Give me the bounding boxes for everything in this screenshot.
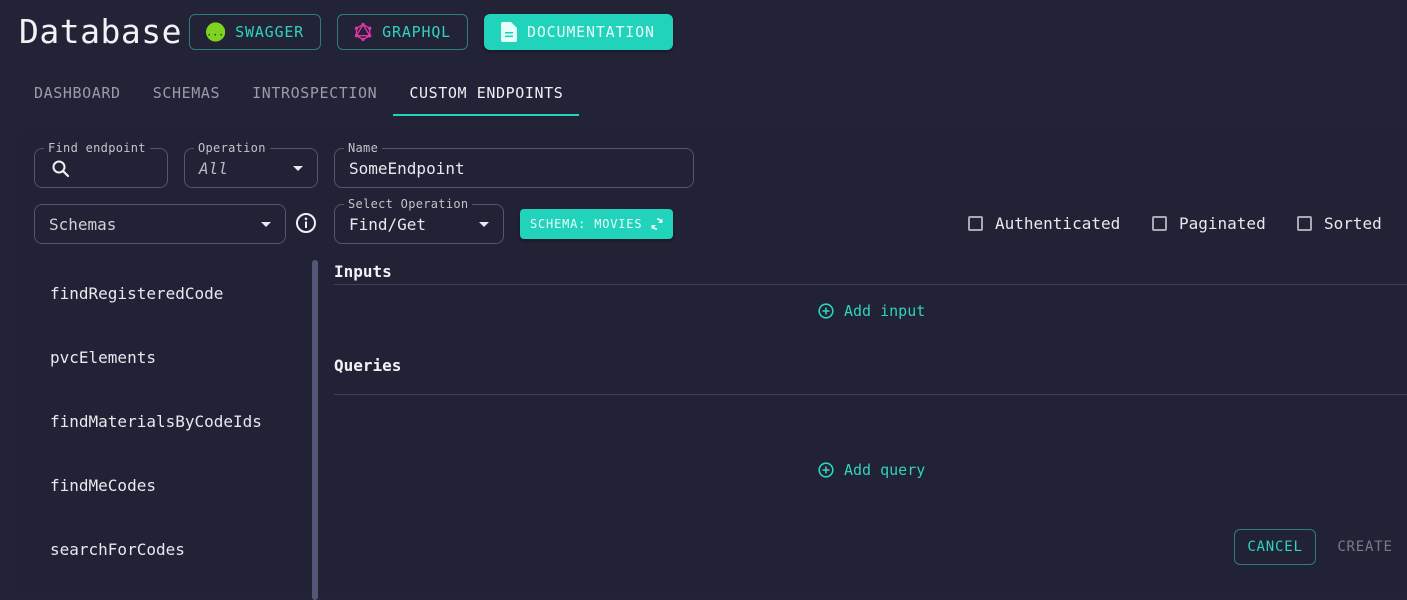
refresh-icon [651,218,663,230]
inputs-divider [334,284,1407,285]
checkbox-box[interactable] [1297,216,1312,231]
inputs-heading: Inputs [334,262,392,281]
search-icon [52,160,70,178]
endpoint-list-item[interactable]: pvcElements [18,325,308,389]
tab-bar: DASHBOARD SCHEMAS INTROSPECTION CUSTOM E… [18,70,580,116]
find-endpoint-input[interactable]: Find endpoint [34,140,168,188]
endpoint-name-input[interactable]: Name SomeEndpoint [334,140,694,188]
operation-filter-select[interactable]: Operation All [184,140,318,188]
endpoint-list: findRegisteredCode pvcElements findMater… [18,261,308,581]
select-operation-label: Select Operation [344,196,473,212]
schema-chip[interactable]: SCHEMA: MOVIES [520,209,673,239]
documentation-button[interactable]: DOCUMENTATION [484,14,673,50]
endpoint-list-item[interactable]: searchForCodes [18,517,308,581]
add-circle-icon [818,303,834,319]
create-button[interactable]: CREATE [1334,529,1396,565]
chevron-down-icon [479,222,489,227]
schemas-select-value: Schemas [49,215,117,234]
endpoint-list-item[interactable]: findMeCodes [18,453,308,517]
authenticated-checkbox[interactable]: Authenticated [968,214,1120,233]
queries-heading: Queries [334,356,402,375]
checkbox-box[interactable] [1152,216,1167,231]
schema-chip-label: SCHEMA: MOVIES [530,217,643,231]
add-query-button[interactable]: Add query [818,461,925,479]
add-query-label: Add query [844,461,926,479]
chevron-down-icon [261,222,271,227]
tab-dashboard[interactable]: DASHBOARD [18,70,137,116]
checkbox-box[interactable] [968,216,983,231]
endpoint-list-scrollbar[interactable] [312,260,318,600]
swagger-icon: {...} [206,22,226,42]
endpoint-list-item[interactable]: findMaterialsByCodeIds [18,389,308,453]
authenticated-label: Authenticated [995,214,1121,233]
queries-divider [334,394,1407,395]
add-circle-icon [818,462,834,478]
graphql-label: GRAPHQL [382,23,451,41]
operation-filter-label: Operation [194,140,270,156]
paginated-checkbox[interactable]: Paginated [1152,214,1266,233]
svg-text:{...}: {...} [206,28,225,38]
add-input-label: Add input [844,302,926,320]
page-title: Database [19,12,182,51]
documentation-label: DOCUMENTATION [527,23,655,41]
paginated-label: Paginated [1179,214,1266,233]
graphql-button[interactable]: GRAPHQL [337,14,468,50]
info-icon[interactable] [295,212,317,234]
operation-filter-value: All [199,159,228,178]
sorted-checkbox[interactable]: Sorted [1297,214,1382,233]
header: Database {...} SWAGGER GRAPHQL DOCUMENTA… [0,0,1407,64]
tab-introspection[interactable]: INTROSPECTION [236,70,393,116]
add-input-button[interactable]: Add input [818,302,925,320]
find-endpoint-label: Find endpoint [44,140,150,156]
custom-endpoints-panel: Find endpoint Operation All Schemas Name… [18,131,1407,600]
sorted-label: Sorted [1324,214,1382,233]
swagger-button[interactable]: {...} SWAGGER [189,14,321,50]
cancel-button[interactable]: CANCEL [1234,529,1316,565]
endpoint-name-value: SomeEndpoint [349,159,465,178]
graphql-icon [354,22,372,42]
tab-schemas[interactable]: SCHEMAS [137,70,236,116]
chevron-down-icon [293,166,303,171]
document-icon [501,22,517,42]
select-operation-value: Find/Get [349,215,427,234]
select-operation-select[interactable]: Select Operation Find/Get [334,196,504,244]
tab-custom-endpoints[interactable]: CUSTOM ENDPOINTS [393,70,580,116]
endpoint-name-label: Name [344,140,383,156]
schemas-select[interactable]: Schemas [34,204,286,244]
swagger-label: SWAGGER [235,23,304,41]
endpoint-list-item[interactable]: findRegisteredCode [18,261,308,325]
